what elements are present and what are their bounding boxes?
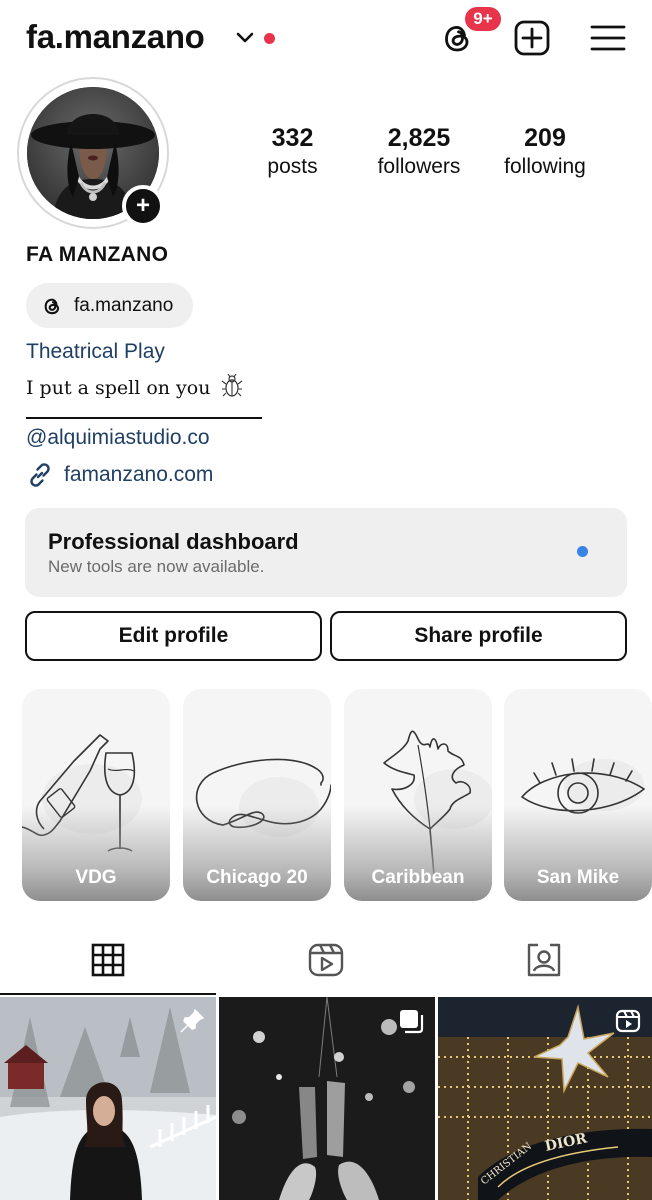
notification-badge: 9+: [463, 5, 503, 33]
link-icon: [30, 463, 50, 487]
post-tile[interactable]: [0, 997, 216, 1200]
bio-text-content: I put a spell on you: [26, 377, 211, 399]
following-count: 209: [524, 124, 566, 152]
highlight-label: VDG: [75, 867, 117, 888]
threads-icon: [44, 298, 60, 314]
post-tile[interactable]: DIOR CHRISTIAN: [438, 997, 652, 1200]
beetle-icon: [221, 373, 242, 397]
bio-divider-line: [26, 417, 262, 419]
story-highlight-chicago-20[interactable]: Chicago 20: [183, 689, 331, 901]
following-stat[interactable]: 209 following: [494, 124, 596, 179]
top-bar: fa.manzano 9+: [0, 0, 652, 80]
pin-icon: [180, 1009, 204, 1033]
bio-text: I put a spell on you: [26, 373, 243, 399]
grid-icon[interactable]: [88, 940, 128, 980]
reels-icon[interactable]: [306, 940, 346, 980]
threads-profile-chip[interactable]: fa.manzano: [26, 283, 193, 328]
profile-full-name: FA MANZANO: [26, 243, 169, 266]
followers-label: followers: [377, 155, 461, 178]
threads-handle: fa.manzano: [74, 294, 174, 316]
hamburger-menu-icon[interactable]: [588, 18, 628, 58]
tagged-icon[interactable]: [524, 940, 564, 980]
posts-count: 332: [271, 124, 314, 152]
highlight-label: Chicago 20: [206, 867, 308, 888]
story-highlight-vdg[interactable]: VDG: [22, 689, 170, 901]
create-plus-icon[interactable]: [512, 18, 552, 58]
highlight-label: Caribbean: [371, 867, 465, 888]
notification-dot: [264, 33, 275, 44]
bio-mention-link[interactable]: @alquimiastudio.co: [26, 426, 210, 450]
dashboard-title: Professional dashboard: [48, 529, 299, 554]
posts-label: posts: [267, 155, 318, 178]
share-profile-button[interactable]: Share profile: [330, 611, 627, 661]
account-switcher-username[interactable]: fa.manzano: [26, 18, 205, 56]
profile-category: Theatrical Play: [26, 340, 165, 363]
website-url: famanzano.com: [64, 463, 214, 486]
website-link[interactable]: famanzano.com: [26, 461, 213, 489]
followers-count: 2,825: [387, 124, 451, 152]
reels-icon: [615, 1009, 641, 1033]
followers-stat[interactable]: 2,825 followers: [368, 124, 470, 179]
following-label: following: [504, 155, 586, 178]
professional-dashboard-card[interactable]: Professional dashboard New tools are now…: [25, 508, 627, 597]
edit-profile-button[interactable]: Edit profile: [25, 611, 322, 661]
posts-stat[interactable]: 332 posts: [255, 124, 330, 179]
active-tab-indicator: [0, 993, 216, 995]
dashboard-subtitle: New tools are now available.: [48, 557, 265, 576]
new-indicator-dot: [577, 546, 588, 557]
chevron-down-icon[interactable]: [235, 30, 255, 46]
add-story-button[interactable]: +: [122, 185, 164, 227]
carousel-icon: [400, 1010, 424, 1034]
post-tile[interactable]: [219, 997, 435, 1200]
highlight-label: San Mike: [536, 867, 620, 888]
story-highlight-caribbean[interactable]: Caribbean: [344, 689, 492, 901]
story-highlight-san-mike[interactable]: San Mike: [504, 689, 652, 901]
